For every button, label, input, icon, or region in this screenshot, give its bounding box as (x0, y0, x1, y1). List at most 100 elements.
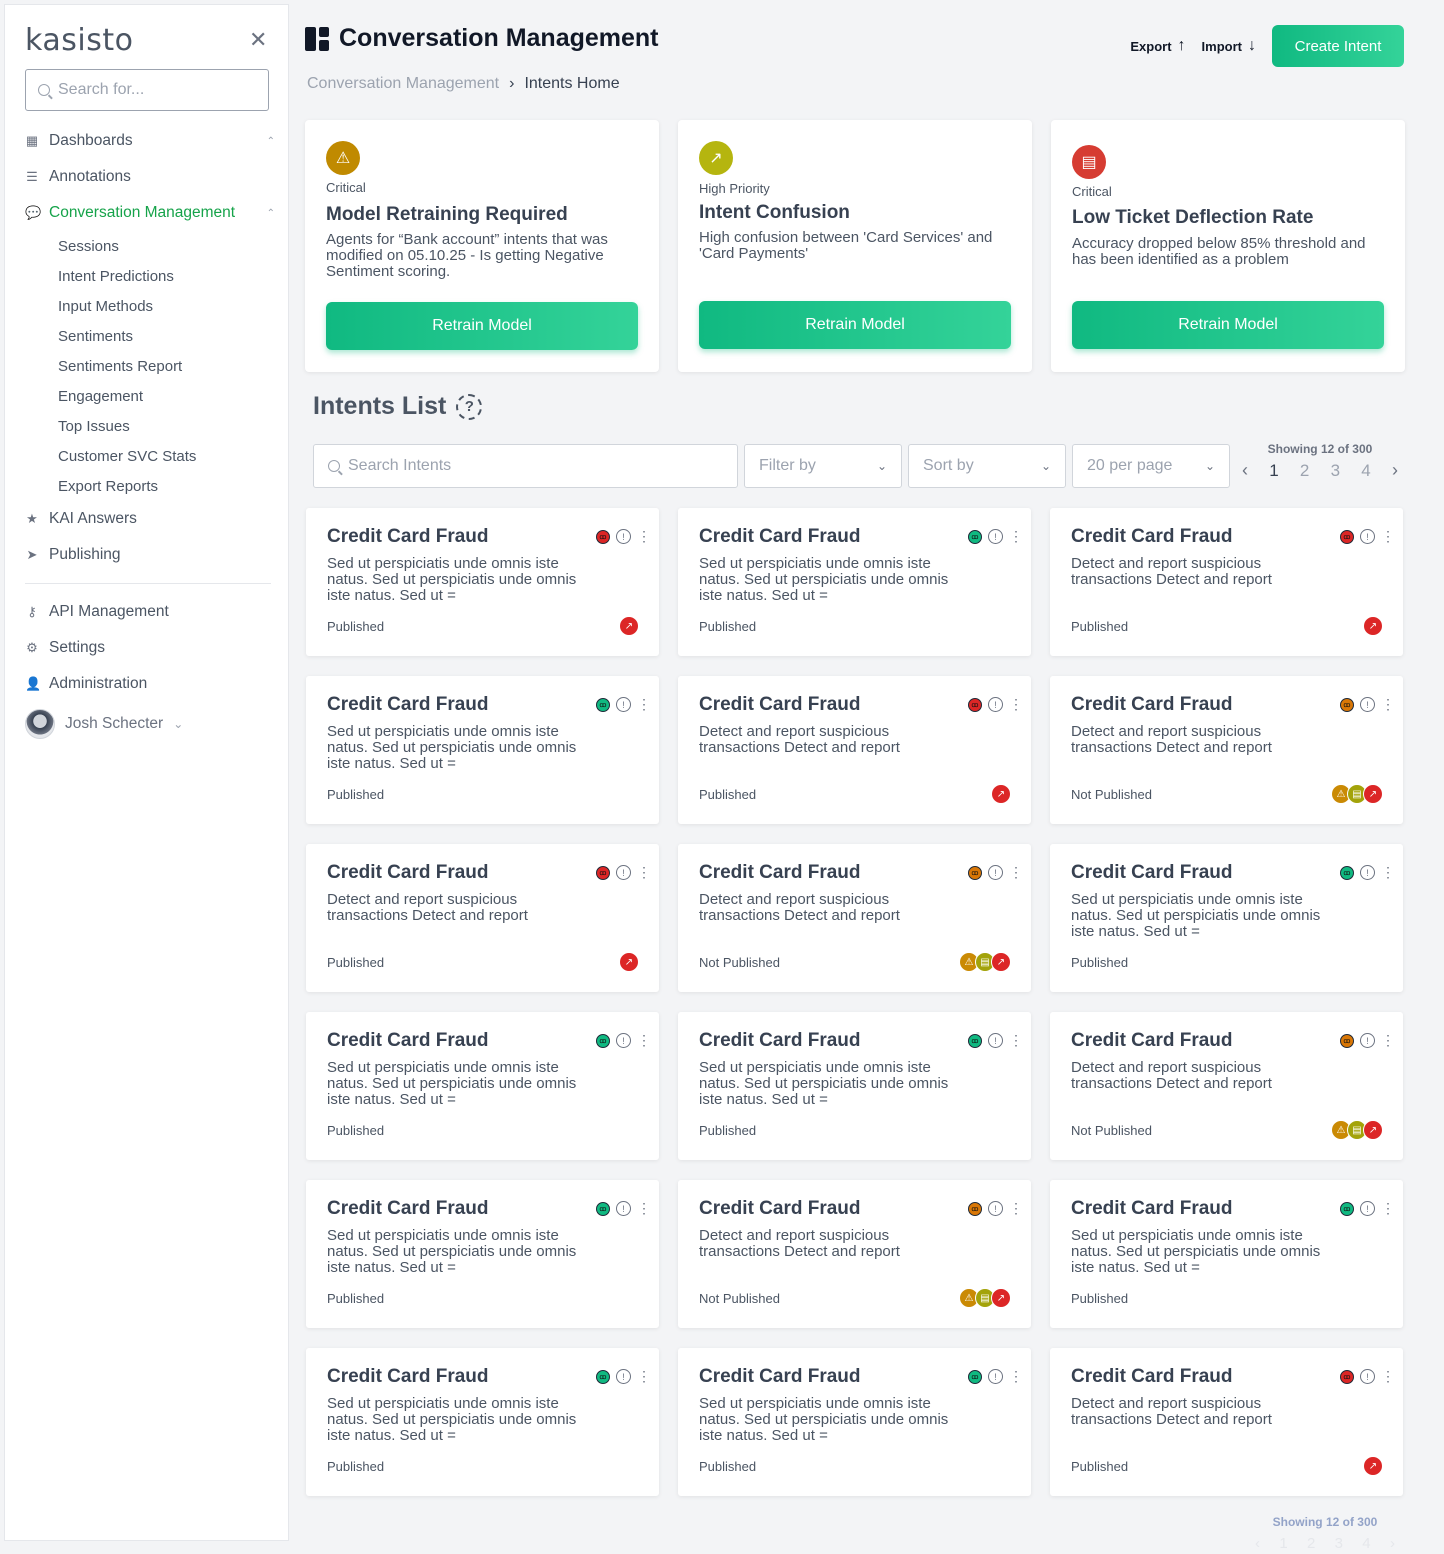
sidebar-item-api-management[interactable]: ⚷ API Management (25, 594, 275, 630)
intent-card[interactable]: Credit Card Fraud Detect and report suspi… (1050, 1348, 1403, 1496)
more-options-icon[interactable]: ⋮ (1009, 1032, 1023, 1049)
trend-icon[interactable]: ↗ (991, 784, 1011, 804)
sidebar-subitem[interactable]: Intent Predictions (25, 261, 275, 291)
info-icon[interactable]: ! (616, 865, 631, 880)
more-options-icon[interactable]: ⋮ (1009, 528, 1023, 545)
info-icon[interactable]: ! (616, 1033, 631, 1048)
bottom-page-item[interactable]: 1 (1279, 1535, 1287, 1552)
trend-icon[interactable]: ↗ (1363, 1120, 1383, 1140)
bottom-page-item[interactable]: 3 (1335, 1535, 1343, 1552)
info-icon[interactable]: ! (988, 1201, 1003, 1216)
sidebar-subitem[interactable]: Customer SVC Stats (25, 441, 275, 471)
help-icon[interactable]: ? (456, 393, 483, 420)
bottom-page-item[interactable]: ‹ (1255, 1535, 1260, 1552)
intent-card[interactable]: Credit Card Fraud Detect and report suspi… (1050, 1012, 1403, 1160)
info-icon[interactable]: ! (1360, 697, 1375, 712)
more-options-icon[interactable]: ⋮ (1381, 1368, 1395, 1385)
sidebar-item-settings[interactable]: ⚙ Settings (25, 630, 275, 666)
sidebar-item-conversation-management[interactable]: 💬 Conversation Management ⌃ (25, 195, 275, 231)
more-options-icon[interactable]: ⋮ (637, 1032, 651, 1049)
more-options-icon[interactable]: ⋮ (1381, 1032, 1395, 1049)
info-icon[interactable]: ! (616, 1369, 631, 1384)
bottom-page-item[interactable]: 2 (1307, 1535, 1315, 1552)
sort-dropdown[interactable]: Sort by ⌄ (908, 444, 1066, 488)
intent-card[interactable]: Credit Card Fraud Sed ut perspiciatis und… (306, 676, 659, 824)
trend-icon[interactable]: ↗ (991, 1288, 1011, 1308)
import-button[interactable]: Import ↓ (1202, 37, 1256, 55)
more-options-icon[interactable]: ⋮ (1381, 528, 1395, 545)
info-icon[interactable]: ! (988, 529, 1003, 544)
bottom-page-item[interactable]: › (1390, 1535, 1395, 1552)
intent-card[interactable]: Credit Card Fraud Sed ut perspiciatis und… (306, 1180, 659, 1328)
sidebar-subitem[interactable]: Input Methods (25, 291, 275, 321)
sidebar-item-administration[interactable]: 👤 Administration (25, 666, 275, 702)
intent-card[interactable]: Credit Card Fraud Sed ut perspiciatis und… (678, 508, 1031, 656)
trend-icon[interactable]: ↗ (1363, 1456, 1383, 1476)
info-icon[interactable]: ! (988, 865, 1003, 880)
intent-search-input[interactable]: Search Intents (313, 444, 738, 488)
info-icon[interactable]: ! (1360, 529, 1375, 544)
sidebar-subitem[interactable]: Sentiments (25, 321, 275, 351)
export-button[interactable]: Export ↑ (1130, 37, 1185, 55)
more-options-icon[interactable]: ⋮ (1009, 1200, 1023, 1217)
more-options-icon[interactable]: ⋮ (637, 696, 651, 713)
info-icon[interactable]: ! (1360, 1201, 1375, 1216)
more-options-icon[interactable]: ⋮ (1381, 696, 1395, 713)
info-icon[interactable]: ! (616, 1201, 631, 1216)
info-icon[interactable]: ! (616, 529, 631, 544)
sidebar-subitem[interactable]: Top Issues (25, 411, 275, 441)
create-intent-button[interactable]: Create Intent (1272, 25, 1404, 67)
more-options-icon[interactable]: ⋮ (637, 1368, 651, 1385)
intent-card[interactable]: Credit Card Fraud Sed ut perspiciatis und… (678, 1012, 1031, 1160)
sidebar-subitem[interactable]: Sessions (25, 231, 275, 261)
intent-card[interactable]: Credit Card Fraud Detect and report suspi… (678, 1180, 1031, 1328)
more-options-icon[interactable]: ⋮ (637, 864, 651, 881)
page-2[interactable]: 2 (1300, 461, 1309, 481)
sidebar-item-annotations[interactable]: ☰ Annotations (25, 159, 275, 195)
intent-card[interactable]: Credit Card Fraud Detect and report suspi… (678, 844, 1031, 992)
intent-card[interactable]: Credit Card Fraud Sed ut perspiciatis und… (678, 1348, 1031, 1496)
retrain-model-button[interactable]: Retrain Model (699, 301, 1011, 349)
info-icon[interactable]: ! (988, 1033, 1003, 1048)
more-options-icon[interactable]: ⋮ (637, 1200, 651, 1217)
trend-icon[interactable]: ↗ (991, 952, 1011, 972)
intent-card[interactable]: Credit Card Fraud Detect and report suspi… (1050, 508, 1403, 656)
info-icon[interactable]: ! (1360, 1033, 1375, 1048)
more-options-icon[interactable]: ⋮ (1009, 864, 1023, 881)
breadcrumb-item[interactable]: Conversation Management (307, 75, 499, 93)
more-options-icon[interactable]: ⋮ (1009, 1368, 1023, 1385)
info-icon[interactable]: ! (1360, 865, 1375, 880)
page-3[interactable]: 3 (1331, 461, 1340, 481)
trend-icon[interactable]: ↗ (1363, 784, 1383, 804)
sidebar-item-publishing[interactable]: ➤ Publishing (25, 537, 275, 573)
sidebar-item-kai-answers[interactable]: ★ KAI Answers (25, 501, 275, 537)
intent-card[interactable]: Credit Card Fraud Detect and report suspi… (1050, 676, 1403, 824)
sidebar-subitem[interactable]: Engagement (25, 381, 275, 411)
sidebar-item-dashboards[interactable]: ▦ Dashboards ⌃ (25, 123, 275, 159)
info-icon[interactable]: ! (1360, 1369, 1375, 1384)
sidebar-search-input[interactable]: Search for... (25, 69, 269, 111)
intent-card[interactable]: Credit Card Fraud Sed ut perspiciatis und… (306, 508, 659, 656)
intent-card[interactable]: Credit Card Fraud Sed ut perspiciatis und… (1050, 844, 1403, 992)
info-icon[interactable]: ! (988, 1369, 1003, 1384)
trend-icon[interactable]: ↗ (1363, 616, 1383, 636)
trend-icon[interactable]: ↗ (619, 616, 639, 636)
bottom-page-item[interactable]: 4 (1362, 1535, 1370, 1552)
intent-card[interactable]: Credit Card Fraud Detect and report suspi… (306, 844, 659, 992)
intent-card[interactable]: Credit Card Fraud Sed ut perspiciatis und… (306, 1348, 659, 1496)
page-1[interactable]: 1 (1269, 461, 1278, 481)
info-icon[interactable]: ! (988, 697, 1003, 712)
next-page-icon[interactable]: › (1392, 460, 1398, 481)
user-menu[interactable]: Josh Schecter ⌄ (25, 702, 275, 746)
sidebar-subitem[interactable]: Export Reports (25, 471, 275, 501)
per-page-dropdown[interactable]: 20 per page ⌄ (1072, 444, 1230, 488)
intent-card[interactable]: Credit Card Fraud Detect and report suspi… (678, 676, 1031, 824)
page-4[interactable]: 4 (1361, 461, 1370, 481)
sidebar-subitem[interactable]: Sentiments Report (25, 351, 275, 381)
close-icon[interactable]: ✕ (249, 27, 267, 53)
more-options-icon[interactable]: ⋮ (1381, 1200, 1395, 1217)
retrain-model-button[interactable]: Retrain Model (326, 302, 638, 350)
retrain-model-button[interactable]: Retrain Model (1072, 301, 1384, 349)
trend-icon[interactable]: ↗ (619, 952, 639, 972)
intent-card[interactable]: Credit Card Fraud Sed ut perspiciatis und… (1050, 1180, 1403, 1328)
